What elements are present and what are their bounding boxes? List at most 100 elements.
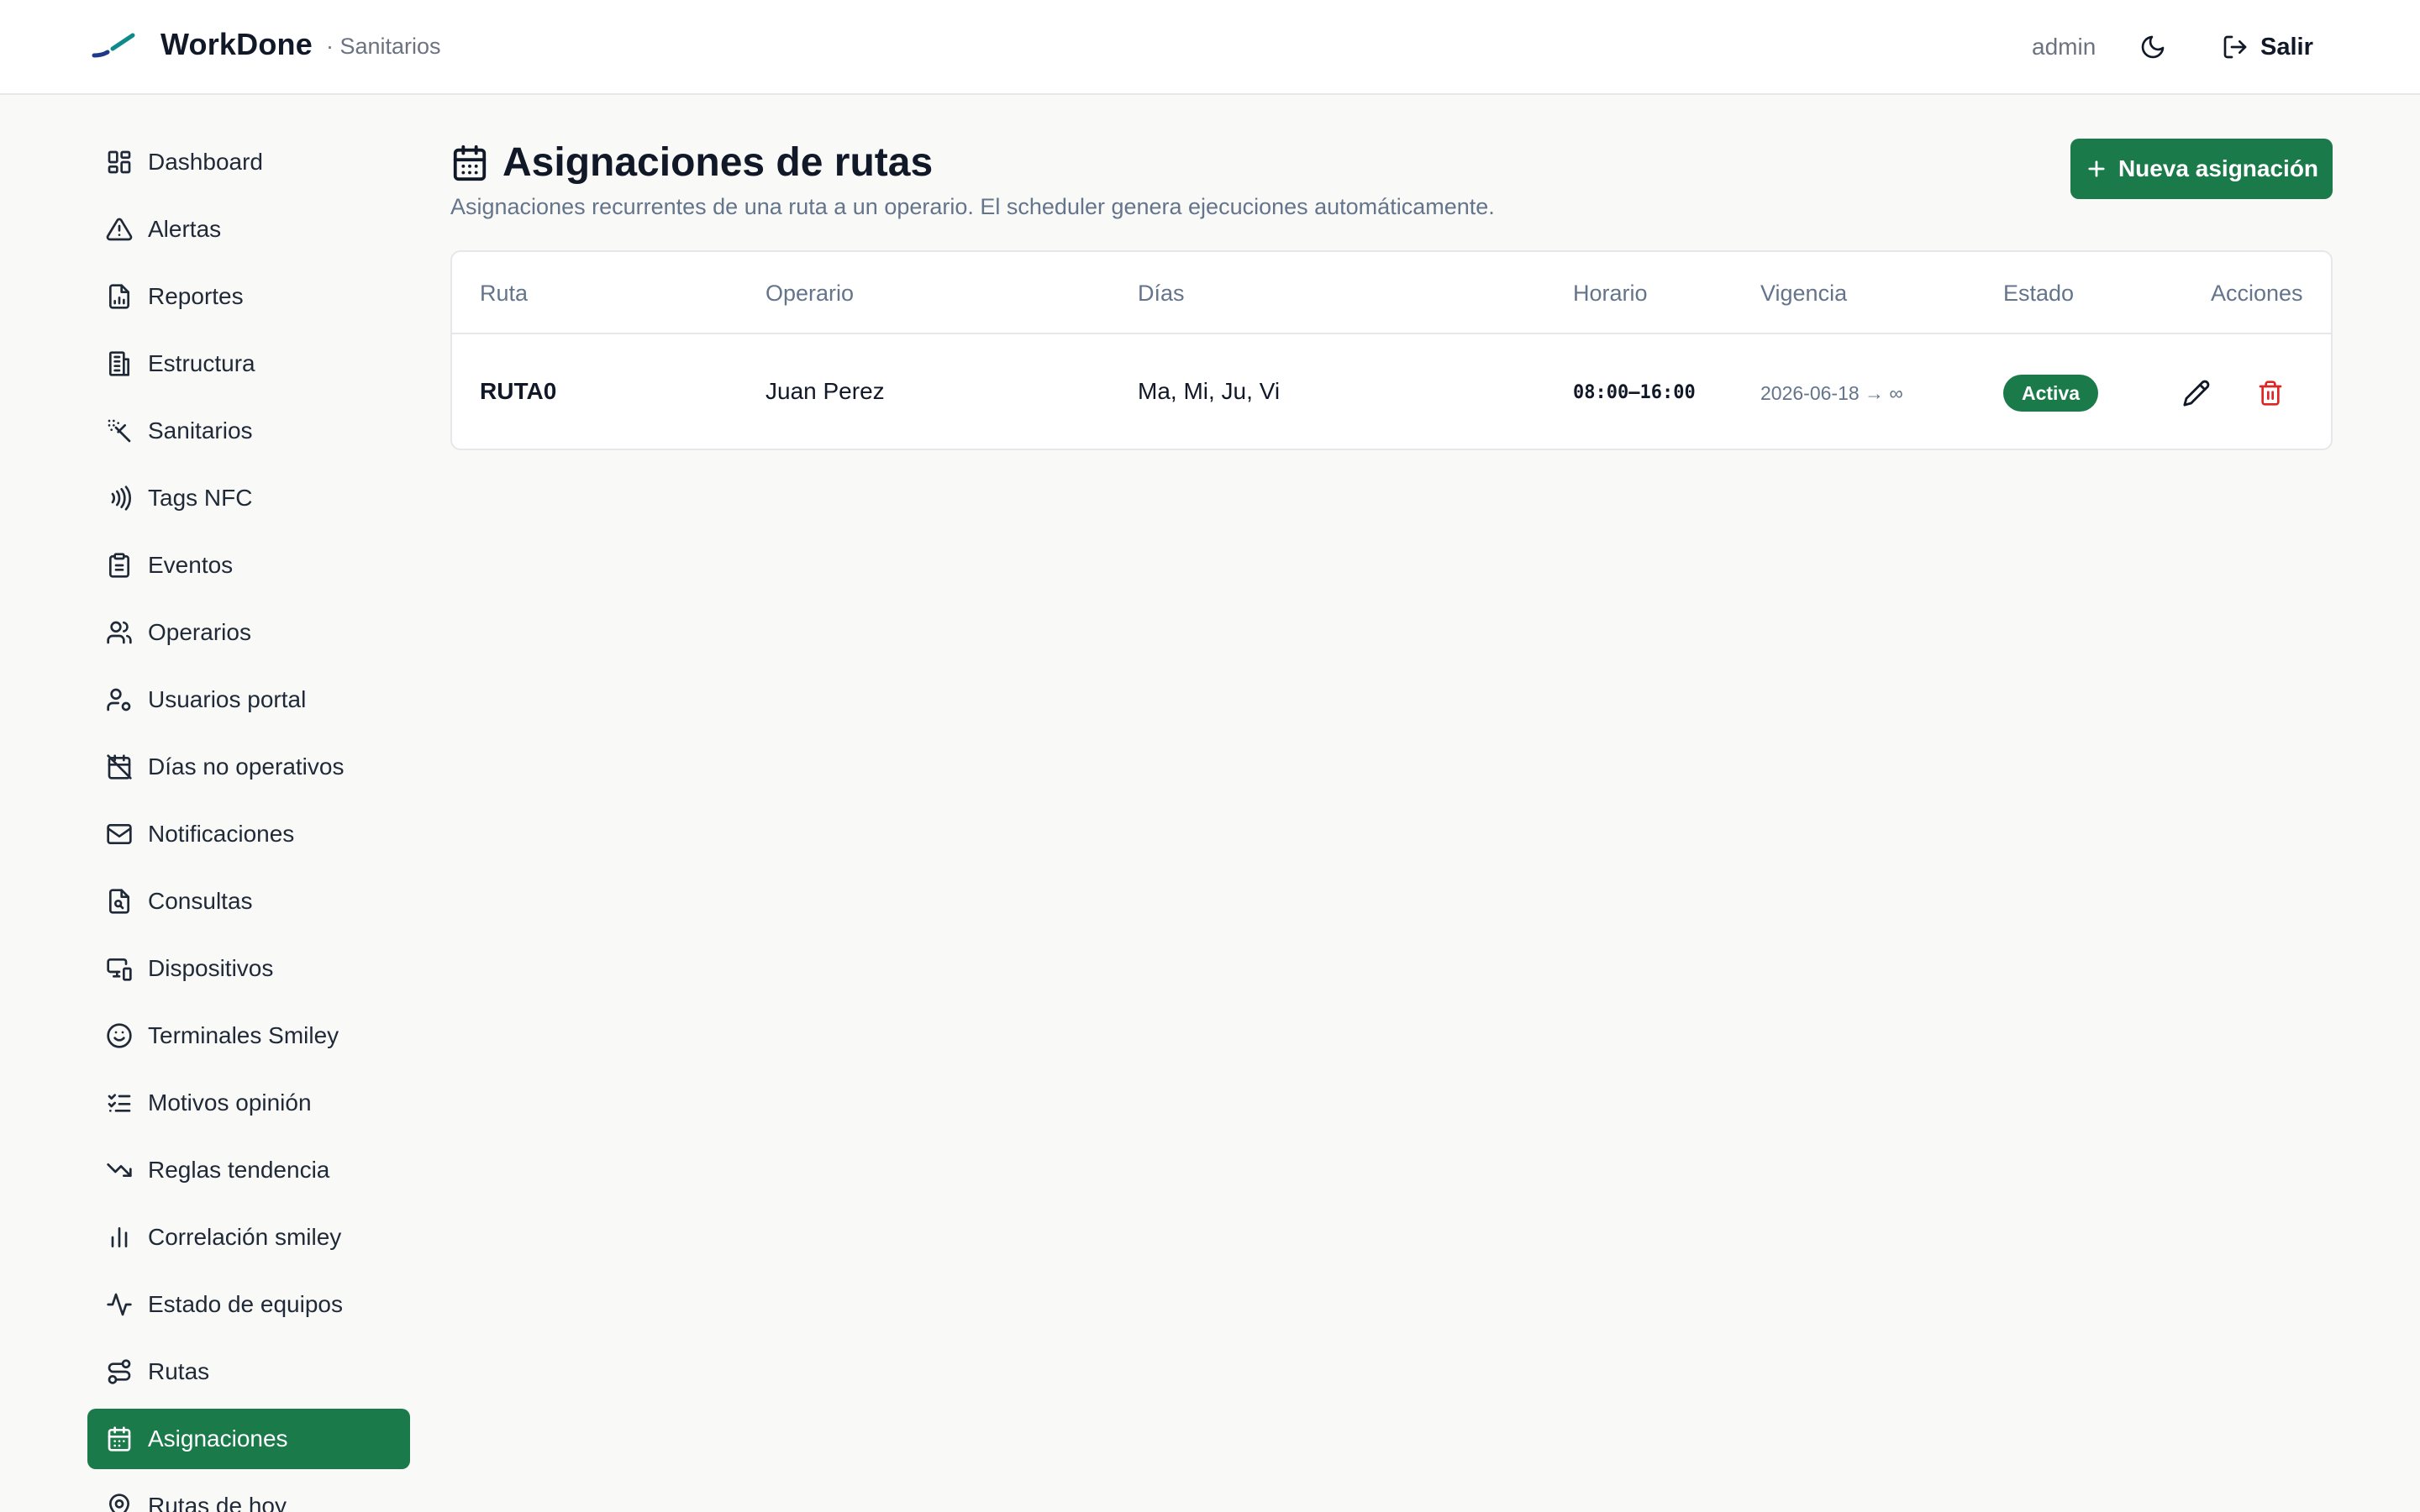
sidebar-item-notificaciones[interactable]: Notificaciones: [87, 804, 410, 864]
sidebar-item-correlacion-smiley[interactable]: Correlación smiley: [87, 1207, 410, 1268]
sidebar-item-label: Notificaciones: [148, 821, 295, 847]
sidebar-item-usuarios-portal[interactable]: Usuarios portal: [87, 669, 410, 730]
cell-dias: Ma, Mi, Ju, Vi: [1138, 378, 1281, 404]
alert-triangle-icon: [106, 218, 133, 241]
calendar-off-icon: [107, 754, 132, 780]
sidebar-item-label: Correlación smiley: [148, 1224, 342, 1250]
calendar-icon: [453, 144, 487, 181]
app-subtitle: · Sanitarios: [326, 34, 441, 59]
sidebar-item-reglas-tendencia[interactable]: Reglas tendencia: [87, 1140, 410, 1200]
nfc-icon: [111, 486, 132, 511]
new-assignment-label: Nueva asignación: [2118, 155, 2319, 181]
sidebar: Dashboard Alertas Reportes Estructura Sa…: [87, 132, 410, 1512]
file-search-icon: [109, 889, 129, 914]
sidebar-item-label: Reglas tendencia: [148, 1157, 330, 1183]
sidebar-item-label: Eventos: [148, 552, 234, 578]
mail-icon: [107, 824, 132, 844]
sidebar-item-label: Terminales Smiley: [148, 1022, 339, 1048]
sidebar-item-asignaciones[interactable]: Asignaciones: [87, 1409, 410, 1469]
pencil-icon: [2183, 380, 2210, 407]
logout-label: Salir: [2260, 33, 2313, 60]
column-header-ruta: Ruta: [480, 281, 529, 306]
sidebar-item-sanitarios[interactable]: Sanitarios: [87, 401, 410, 461]
sidebar-item-estado-de-equipos[interactable]: Estado de equipos: [87, 1274, 410, 1335]
trash-icon: [2259, 381, 2282, 406]
status-badge: Activa: [2003, 375, 2099, 412]
sidebar-item-label: Alertas: [148, 216, 222, 242]
sidebar-item-rutas-de-hoy[interactable]: Rutas de hoy: [87, 1476, 410, 1512]
moon-icon: [2141, 35, 2165, 59]
activity-icon: [107, 1293, 132, 1316]
devices-icon: [107, 958, 132, 981]
sidebar-item-label: Dispositivos: [148, 955, 274, 981]
cell-horario: 08:00–16:00: [1573, 382, 1696, 403]
list-checks-icon: [108, 1094, 131, 1112]
sidebar-item-alertas[interactable]: Alertas: [87, 199, 410, 260]
column-header-estado: Estado: [2003, 281, 2075, 306]
smile-icon: [107, 1023, 132, 1048]
assignments-table: Ruta Operario Días Horario Vigencia Esta…: [450, 250, 2333, 450]
user-cog-icon: [107, 688, 131, 711]
sidebar-item-reportes[interactable]: Reportes: [87, 266, 410, 327]
sidebar-item-dispositivos[interactable]: Dispositivos: [87, 938, 410, 999]
cell-ruta: RUTA0: [480, 378, 557, 404]
sidebar-item-label: Asignaciones: [148, 1425, 288, 1452]
report-icon: [109, 284, 129, 309]
workdone-logo: [92, 33, 135, 58]
sidebar-item-label: Días no operativos: [148, 753, 345, 780]
page-subtitle: Asignaciones recurrentes de una ruta a u…: [450, 194, 1495, 219]
sidebar-item-motivos-opinion[interactable]: Motivos opinión: [87, 1073, 410, 1133]
edit-button[interactable]: [2180, 376, 2213, 410]
column-header-horario: Horario: [1573, 281, 1648, 306]
sidebar-item-consultas[interactable]: Consultas: [87, 871, 410, 932]
new-assignment-button[interactable]: Nueva asignación: [2070, 139, 2333, 199]
sidebar-item-label: Tags NFC: [148, 485, 253, 511]
sidebar-item-label: Rutas de hoy: [148, 1493, 287, 1512]
sidebar-item-label: Operarios: [148, 619, 251, 645]
users-icon: [107, 621, 132, 644]
sidebar-item-label: Sanitarios: [148, 417, 253, 444]
clipboard-icon: [109, 553, 129, 578]
route-icon: [108, 1359, 131, 1384]
sidebar-item-label: Estado de equipos: [148, 1291, 343, 1317]
table-header: Ruta Operario Días Horario Vigencia Esta…: [452, 252, 2331, 334]
logout-icon: [2223, 35, 2247, 59]
delete-button[interactable]: [2254, 376, 2287, 410]
current-user: admin: [2032, 34, 2096, 60]
sidebar-item-dashboard[interactable]: Dashboard: [87, 132, 410, 192]
sidebar-item-label: Rutas: [148, 1358, 210, 1384]
logout-button[interactable]: Salir: [2222, 27, 2313, 67]
column-header-vigencia: Vigencia: [1760, 281, 1848, 306]
sidebar-item-label: Estructura: [148, 350, 255, 376]
page-title: Asignaciones de rutas: [502, 140, 934, 185]
sidebar-item-terminales-smiley[interactable]: Terminales Smiley: [87, 1005, 410, 1066]
spray-icon: [108, 419, 131, 443]
top-bar: WorkDone · Sanitarios admin Salir: [0, 0, 2420, 95]
column-header-operario: Operario: [765, 281, 855, 306]
app-name: WorkDone: [160, 27, 313, 61]
sidebar-item-dias-no-operativos[interactable]: Días no operativos: [87, 737, 410, 797]
sidebar-item-label: Consultas: [148, 888, 253, 914]
sidebar-item-rutas[interactable]: Rutas: [87, 1341, 410, 1402]
column-header-acciones: Acciones: [2211, 281, 2303, 306]
sidebar-item-label: Usuarios portal: [148, 686, 307, 712]
column-header-dias: Días: [1138, 281, 1185, 306]
sidebar-item-tags-nfc[interactable]: Tags NFC: [87, 468, 410, 528]
sidebar-item-label: Motivos opinión: [148, 1089, 312, 1116]
plus-icon: [2088, 160, 2105, 177]
bar-chart-icon: [111, 1227, 128, 1247]
theme-toggle-button[interactable]: [2134, 29, 2171, 66]
sidebar-item-label: Dashboard: [148, 149, 263, 175]
map-pin-icon: [109, 1494, 129, 1512]
page-header: Asignaciones de rutas: [450, 139, 933, 186]
cell-vigencia: 2026-06-18 → ∞: [1760, 382, 1903, 404]
dashboard-icon: [108, 150, 131, 174]
trending-down-icon: [107, 1163, 132, 1177]
sidebar-item-estructura[interactable]: Estructura: [87, 333, 410, 394]
building-icon: [109, 351, 129, 376]
sidebar-item-eventos[interactable]: Eventos: [87, 535, 410, 596]
calendar-icon: [108, 1426, 131, 1452]
sidebar-item-operarios[interactable]: Operarios: [87, 602, 410, 663]
sidebar-item-label: Reportes: [148, 283, 244, 309]
cell-operario: Juan Perez: [765, 378, 885, 404]
